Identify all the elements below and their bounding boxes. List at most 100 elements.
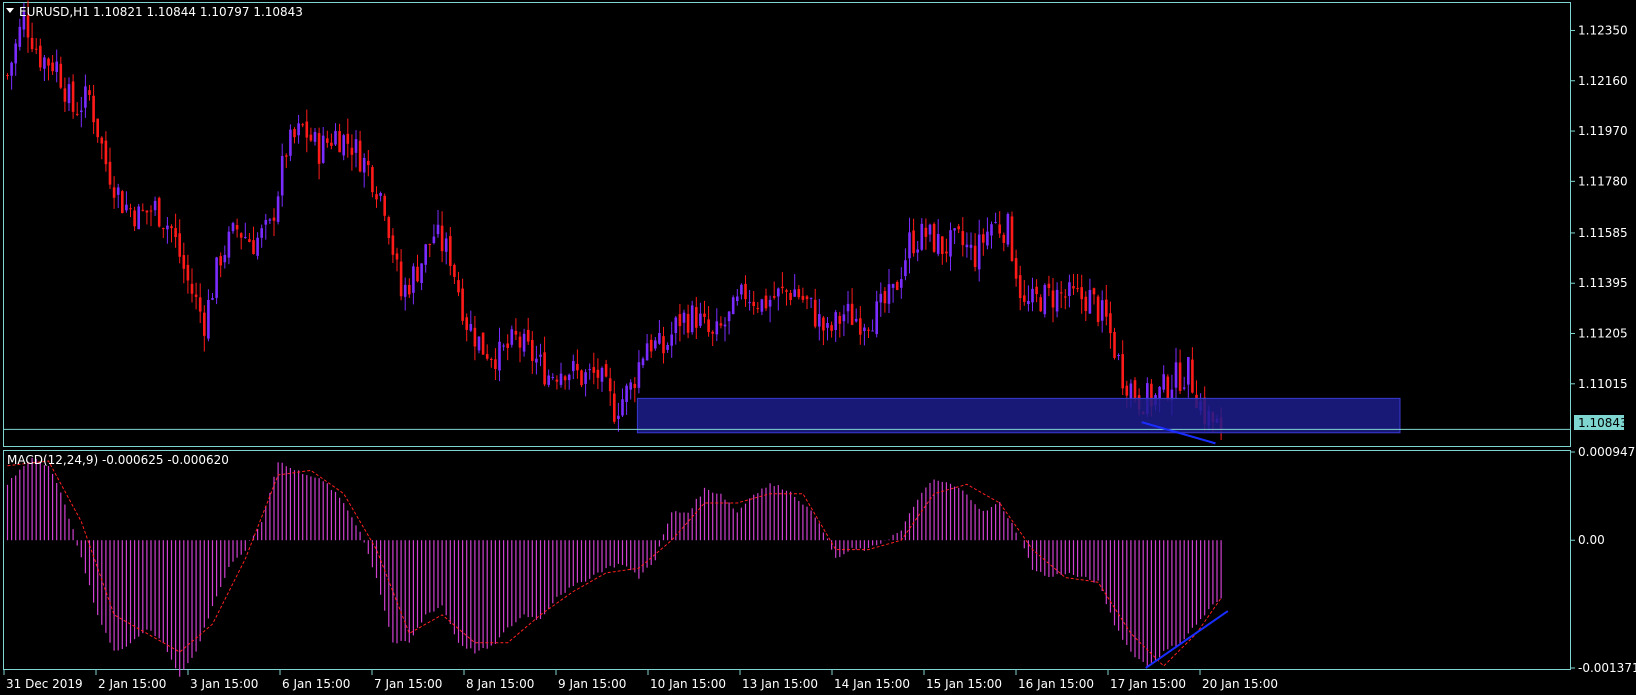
candle-body xyxy=(1088,290,1092,314)
candle-body xyxy=(1043,285,1047,315)
candle-body xyxy=(145,210,149,213)
candle-body xyxy=(461,288,464,321)
candle-body xyxy=(986,231,989,246)
candle-body xyxy=(198,297,202,312)
candle-body xyxy=(1047,283,1051,288)
time-tick-label: 17 Jan 15:00 xyxy=(1110,677,1186,691)
candle-body xyxy=(186,264,190,281)
candle-body xyxy=(908,232,911,259)
candle-body xyxy=(658,333,661,344)
candle-body xyxy=(494,359,497,369)
candle-body xyxy=(588,369,591,371)
candle-body xyxy=(645,343,649,361)
candle-body xyxy=(830,325,833,331)
candle-body xyxy=(125,204,128,211)
candle-body xyxy=(945,251,948,254)
support-zone-rectangle[interactable] xyxy=(636,397,1401,434)
candle-body xyxy=(900,279,903,288)
candle-body xyxy=(977,234,981,270)
candle-body xyxy=(994,221,997,223)
candle-body xyxy=(379,193,382,196)
candle-body xyxy=(703,313,706,317)
time-tick-label: 8 Jan 15:00 xyxy=(466,677,534,691)
candle-body xyxy=(219,256,222,266)
candle-body xyxy=(440,225,444,252)
candle-body xyxy=(88,90,91,95)
candle-body xyxy=(1113,331,1116,358)
candle-body xyxy=(514,330,518,335)
chart-canvas[interactable]: 1.12350 1.12160 1.11970 1.11780 1.11585 1.113… xyxy=(0,0,1636,695)
candle-body xyxy=(194,294,198,297)
candle-body xyxy=(215,257,218,298)
candle-body xyxy=(383,195,386,216)
candle-body xyxy=(498,341,501,371)
candle-body xyxy=(768,299,772,307)
candle-body xyxy=(252,240,255,255)
trading-chart-window: 1.12350 1.12160 1.11970 1.11780 1.11585 1.113… xyxy=(0,0,1636,695)
candle-body xyxy=(424,244,427,265)
candle-body xyxy=(30,37,34,50)
candle-body xyxy=(1055,289,1059,312)
macd-tick-label: 0.00 xyxy=(1578,533,1605,547)
candle-body xyxy=(453,264,456,277)
candle-body xyxy=(707,319,710,333)
candle-body xyxy=(133,210,136,227)
candle-body xyxy=(338,131,341,153)
candle-body xyxy=(321,135,325,163)
candle-body xyxy=(100,137,104,144)
candle-body xyxy=(157,197,161,227)
candle-body xyxy=(1080,287,1083,300)
candle-body xyxy=(346,133,350,144)
candle-body xyxy=(649,339,653,352)
candle-body xyxy=(43,57,46,69)
candle-body xyxy=(1105,299,1108,317)
candle-body xyxy=(961,231,965,246)
price-tick-label: 1.11970 xyxy=(1578,124,1628,138)
candle-body xyxy=(293,129,296,138)
candle-body xyxy=(531,339,534,361)
candle-body xyxy=(690,305,694,333)
candle-body xyxy=(1039,297,1042,312)
candle-body xyxy=(1100,300,1104,321)
candle-body xyxy=(842,314,846,322)
candle-body xyxy=(231,223,235,232)
candle-body xyxy=(567,374,571,381)
candle-body xyxy=(904,260,907,277)
candle-body xyxy=(1031,288,1034,303)
candle-body xyxy=(141,209,145,211)
candle-body xyxy=(412,266,415,293)
candle-body xyxy=(1096,296,1100,322)
candle-body xyxy=(490,358,493,360)
candle-body xyxy=(1023,295,1026,302)
candle-body xyxy=(71,81,75,112)
candle-body xyxy=(1006,213,1010,245)
time-tick-label: 10 Jan 15:00 xyxy=(650,677,726,691)
candle-body xyxy=(781,286,784,289)
candle-body xyxy=(485,354,489,359)
candle-body xyxy=(850,303,854,325)
candle-body xyxy=(473,327,477,347)
time-tick-label: 3 Jan 15:00 xyxy=(190,677,258,691)
candle-body xyxy=(875,301,878,335)
candle-body xyxy=(14,43,17,64)
candle-body xyxy=(1187,356,1190,385)
candle-body xyxy=(1059,292,1063,294)
price-tick-label: 1.12350 xyxy=(1578,23,1628,37)
candle-body xyxy=(695,307,698,328)
candle-body xyxy=(965,244,969,248)
candle-body xyxy=(1051,290,1055,308)
candle-body xyxy=(518,336,522,348)
candle-body xyxy=(256,237,259,256)
candle-body xyxy=(162,228,165,230)
candle-body xyxy=(633,383,637,388)
candle-body xyxy=(1064,296,1067,298)
candle-body xyxy=(613,393,616,422)
candle-body xyxy=(116,187,120,195)
candle-body xyxy=(1109,313,1112,334)
candle-body xyxy=(1162,374,1165,390)
candle-body xyxy=(358,140,362,172)
candle-body xyxy=(121,191,124,214)
candle-body xyxy=(280,156,284,196)
candle-body xyxy=(678,314,682,327)
candle-body xyxy=(1133,380,1137,399)
